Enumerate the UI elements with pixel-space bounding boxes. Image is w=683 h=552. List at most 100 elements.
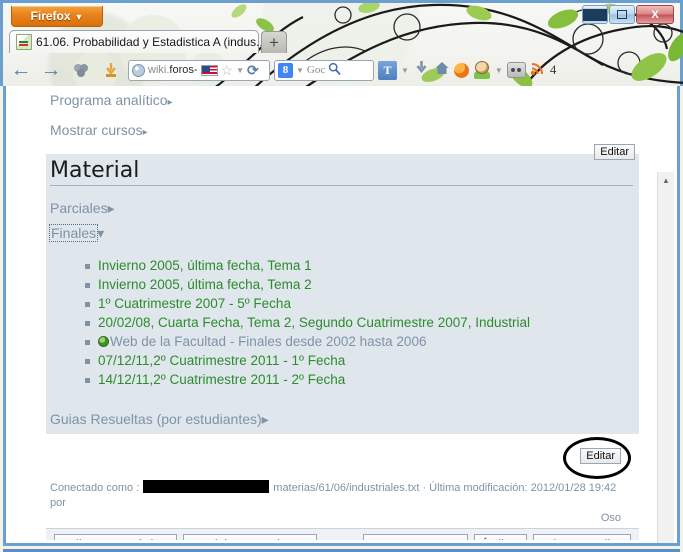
search-input[interactable]: Goc (307, 64, 325, 76)
list-item[interactable]: Invierno 2005, última fecha, Tema 2 (85, 275, 633, 294)
rss-glyph (530, 63, 543, 76)
material-panel: Parciales▸ Finales▾ Invierno 2005, últim… (46, 188, 639, 405)
new-tab-button[interactable]: + (261, 31, 287, 53)
bookmark-star-icon[interactable]: ☆ (221, 62, 234, 79)
site-identity-icon (132, 63, 145, 77)
chevron-right-icon: ▸ (261, 411, 269, 427)
group-label: Finales (48, 224, 99, 242)
edit-section-area-bottom: Editar (46, 434, 639, 479)
document-author: Oso (600, 512, 621, 524)
stop-icon (74, 64, 88, 77)
back-arrow-icon: ← (10, 58, 32, 81)
forward-button[interactable]: → (38, 57, 64, 83)
list-item[interactable]: 1º Cuatrimestre 2007 - 5º Fecha (85, 294, 633, 313)
edit-page-button[interactable]: Editar esta página (54, 534, 177, 540)
downloads-button[interactable] (413, 59, 430, 81)
chevron-right-icon: ▸ (167, 97, 173, 108)
maximize-button[interactable] (609, 5, 635, 24)
monkey-avatar-icon[interactable] (473, 61, 491, 79)
chevron-down-icon[interactable]: ▼ (296, 66, 304, 75)
firefox-menu-label: Firefox (30, 9, 71, 23)
link-text: 1º Cuatrimestre 2007 - 5º Fecha (98, 296, 291, 311)
minimize-button[interactable] (582, 5, 608, 24)
chevron-down-icon: ▾ (97, 225, 105, 241)
tab-title: 61.06. Probabilidad y Estadistica A (ind… (36, 35, 267, 49)
text-icon: T (383, 62, 392, 77)
back-button[interactable]: ← (8, 57, 34, 83)
back-to-top-button[interactable]: Ir hasta arriba (532, 534, 631, 540)
close-icon: X (651, 8, 659, 21)
list-item[interactable]: Invierno 2005, última fecha, Tema 1 (85, 256, 633, 275)
reload-icon[interactable]: ⟳ (247, 62, 259, 79)
link-mostrar-cursos[interactable]: Mostrar cursos▸ (50, 122, 639, 138)
navigation-toolbar: ← → wiki.foros- ☆ ▼ ⟳ 8 ▼ Goc T ▼ ▼ 4 (8, 55, 675, 85)
flag-icon (200, 64, 218, 76)
window-controls: X (582, 5, 674, 24)
finales-link-list: Invierno 2005, última fecha, Tema 1 Invi… (50, 256, 633, 389)
chevron-down-icon[interactable]: ▼ (401, 66, 409, 75)
globe-icon (98, 336, 109, 347)
stop-button[interactable] (68, 57, 94, 83)
chevron-right-icon: ▸ (142, 127, 148, 138)
group-parciales[interactable]: Parciales▸ (50, 196, 633, 221)
list-item[interactable]: 14/12/11,2º Cuatrimestre 2011 - 2º Fecha (85, 370, 633, 389)
link-label: Programa analítico (50, 92, 168, 108)
chevron-right-icon: ▸ (107, 200, 115, 216)
maximize-icon (617, 10, 627, 19)
robot-icon[interactable] (506, 62, 526, 78)
forward-arrow-icon: → (40, 58, 62, 81)
tab-active[interactable]: 61.06. Probabilidad y Estadistica A (ind… (9, 30, 266, 53)
chevron-down-icon[interactable]: ▼ (236, 66, 244, 75)
monkey-face (474, 61, 489, 74)
group-label: Parciales (50, 200, 108, 216)
url-bar[interactable]: wiki.foros- ☆ ▼ ⟳ (128, 59, 270, 81)
logout-button[interactable]: Desconectarse (363, 534, 469, 540)
search-icon[interactable] (328, 62, 341, 78)
close-button[interactable]: X (636, 5, 674, 24)
group-finales[interactable]: Finales▾ (48, 221, 633, 246)
minimize-icon (583, 7, 607, 22)
page-content: Programa analítico▸ Mostrar cursos▸ Edit… (6, 92, 661, 540)
download-addon-icon (106, 63, 116, 77)
wiki-page: Programa analítico▸ Mostrar cursos▸ Edit… (6, 86, 661, 540)
pumpkin-icon[interactable] (453, 62, 469, 78)
chevron-down-icon[interactable]: ▼ (495, 66, 503, 75)
edit-section-button-top[interactable]: Editar (594, 144, 635, 160)
browser-window: Firefox ▼ X 61.06. Probabilidad y Estadis… (0, 0, 683, 552)
logged-in-prefix: Conectado como : (50, 482, 140, 494)
section-header-material: Editar Material (46, 144, 639, 188)
tab-strip: 61.06. Probabilidad y Estadistica A (ind… (9, 29, 287, 53)
home-icon (435, 61, 449, 74)
link-text: 20/02/08, Cuarta Fecha, Tema 2, Segundo … (98, 315, 531, 330)
wiki-pencil-icon (16, 34, 32, 50)
document-info: Conectado como : materias/61/06/industria… (46, 476, 639, 528)
old-revisions-button[interactable]: Revisiones antiguas (182, 534, 318, 540)
text-tool-button[interactable]: T (378, 60, 397, 80)
url-text: wiki.foros- (148, 64, 198, 76)
google-icon[interactable]: 8 (278, 62, 293, 78)
edit-section-button-bottom[interactable]: Editar (580, 448, 621, 464)
download-icon (416, 61, 427, 74)
page-action-bar: Editar esta página Revisiones antiguas D… (46, 528, 639, 540)
addon-button[interactable] (98, 57, 124, 83)
link-text: Invierno 2005, última fecha, Tema 1 (98, 258, 312, 273)
search-bar[interactable]: 8 ▼ Goc (274, 59, 374, 81)
redacted-username (143, 480, 270, 493)
link-text: Invierno 2005, última fecha, Tema 2 (98, 277, 312, 292)
link-guias-resueltas[interactable]: Guias Resueltas (por estudiantes)▸ (46, 405, 639, 434)
firefox-menu-button[interactable]: Firefox ▼ (11, 6, 103, 27)
list-item[interactable]: 07/12/11,2º Cuatrimestre 2011 - 1º Fecha (85, 351, 633, 370)
chevron-down-icon: ▼ (74, 12, 84, 22)
link-text: 07/12/11,2º Cuatrimestre 2011 - 1º Fecha (98, 353, 346, 368)
link-text: 14/12/11,2º Cuatrimestre 2011 - 2º Fecha (98, 372, 346, 387)
page-scrollbar-vertical[interactable]: ▲ ▼ (657, 172, 674, 543)
home-button[interactable] (434, 60, 450, 81)
scroll-up-arrow-icon[interactable]: ▲ (658, 172, 674, 189)
link-text: Web de la Facultad - Finales desde 2002 … (110, 334, 427, 349)
list-item-external[interactable]: Web de la Facultad - Finales desde 2002 … (85, 332, 633, 351)
link-programa-analitico[interactable]: Programa analítico▸ (50, 92, 639, 108)
list-item[interactable]: 20/02/08, Cuarta Fecha, Tema 2, Segundo … (85, 313, 633, 332)
link-label: Guias Resueltas (por estudiantes) (50, 411, 262, 427)
rss-icon[interactable] (530, 60, 546, 80)
index-button[interactable]: Índice (474, 534, 527, 540)
